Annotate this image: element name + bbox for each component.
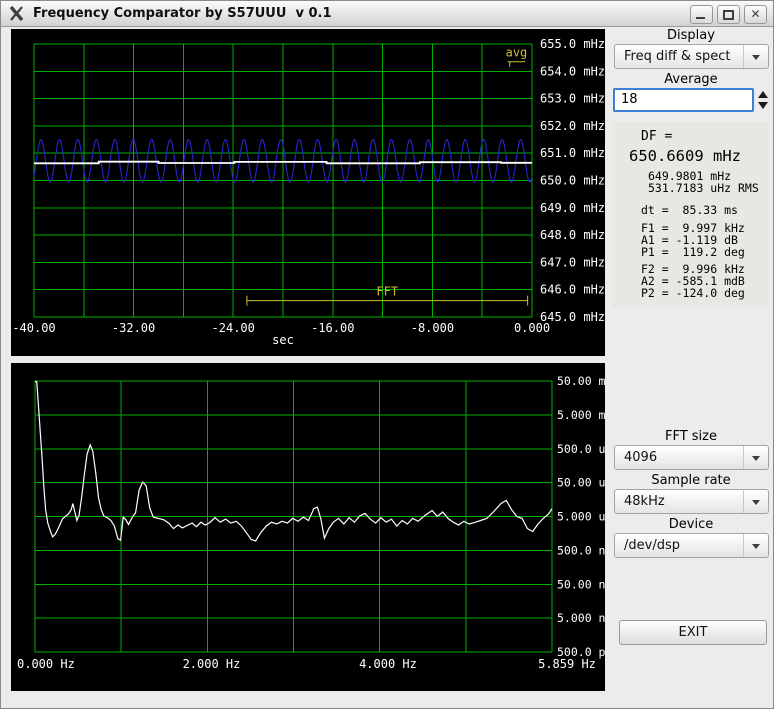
svg-text:652.0 mHz: 652.0 mHz (540, 119, 605, 133)
df-rms-value: 531.7183 uHz RMS (648, 181, 759, 195)
exit-button[interactable]: EXIT (619, 620, 767, 645)
svg-text:5.000 nHz: 5.000 nHz (557, 611, 605, 625)
sample-rate-select-value: 48kHz (624, 494, 665, 509)
sample-rate-select[interactable]: 48kHz (614, 489, 769, 514)
svg-text:5.000 uHz: 5.000 uHz (557, 510, 605, 524)
svg-text:651.0 mHz: 651.0 mHz (540, 146, 605, 160)
display-select[interactable]: Freq diff & spect (614, 44, 769, 69)
p1-value: P1 = 119.2 deg (641, 245, 745, 259)
device-select-arrow-box (743, 534, 768, 557)
svg-text:-32.00: -32.00 (112, 321, 155, 335)
maximize-icon (723, 10, 734, 20)
chevron-down-icon (752, 55, 760, 60)
svg-text:654.0 mHz: 654.0 mHz (540, 64, 605, 78)
svg-text:650.0 mHz: 650.0 mHz (540, 174, 605, 188)
svg-text:500.0 nHz: 500.0 nHz (557, 543, 605, 557)
svg-text:500.0 pHz: 500.0 pHz (557, 645, 605, 659)
window-title: Frequency Comparator by S57UUU v 0.1 (33, 6, 332, 21)
spectrum-plot: 0.000 Hz 2.000 Hz 4.000 Hz 5.859 Hz 50.00 mH… (11, 363, 605, 691)
fft-size-select-value: 4096 (624, 450, 658, 465)
svg-text:-24.00: -24.00 (212, 321, 255, 335)
device-label: Device (668, 517, 714, 532)
dt-value: dt = 85.33 ms (641, 203, 738, 217)
display-select-value: Freq diff & spect (624, 49, 731, 64)
fft-size-select-arrow-box (743, 446, 768, 469)
average-spin-down-button[interactable] (758, 102, 768, 109)
maximize-button[interactable] (717, 5, 740, 24)
svg-text:50.00 mHz: 50.00 mHz (557, 374, 605, 388)
svg-text:0.000 Hz: 0.000 Hz (17, 657, 75, 671)
svg-text:50.00 uHz: 50.00 uHz (557, 476, 605, 490)
app-window: Frequency Comparator by S57UUU v 0.1 ✕ -… (0, 0, 774, 709)
svg-text:648.0 mHz: 648.0 mHz (540, 228, 605, 242)
svg-text:-40.00: -40.00 (12, 321, 55, 335)
measurement-readout: DF = 650.6609 mHz 649.9801 mHz 531.7183 … (612, 122, 769, 307)
device-select-value: /dev/dsp (624, 538, 680, 553)
df-label: DF = (641, 129, 673, 144)
chevron-down-icon (752, 500, 760, 505)
svg-text:647.0 mHz: 647.0 mHz (540, 255, 605, 269)
p2-value: P2 = -124.0 deg (641, 286, 745, 300)
svg-text:5.859 Hz: 5.859 Hz (538, 657, 596, 671)
fft-size-select[interactable]: 4096 (614, 445, 769, 470)
svg-text:645.0 mHz: 645.0 mHz (540, 310, 605, 324)
sample-rate-select-arrow-box (743, 490, 768, 513)
svg-text:655.0 mHz: 655.0 mHz (540, 37, 605, 51)
window-buttons: ✕ (690, 5, 767, 24)
svg-text:-16.00: -16.00 (311, 321, 354, 335)
close-button[interactable]: ✕ (744, 5, 767, 24)
svg-text:649.0 mHz: 649.0 mHz (540, 201, 605, 215)
display-label: Display (667, 28, 715, 43)
svg-text:653.0 mHz: 653.0 mHz (540, 92, 605, 106)
chevron-down-icon (752, 544, 760, 549)
svg-text:-8.000: -8.000 (411, 321, 454, 335)
display-select-arrow-box (743, 45, 768, 68)
fft-size-label: FFT size (664, 429, 717, 444)
svg-text:sec: sec (272, 333, 294, 347)
svg-text:646.0 mHz: 646.0 mHz (540, 283, 605, 297)
sample-rate-label: Sample rate (651, 473, 731, 488)
svg-text:2.000 Hz: 2.000 Hz (183, 657, 241, 671)
average-label: Average (664, 72, 718, 87)
average-value: 18 (621, 92, 638, 107)
close-icon: ✕ (750, 7, 761, 21)
svg-text:4.000 Hz: 4.000 Hz (359, 657, 417, 671)
svg-text:avg: avg (506, 46, 528, 60)
svg-text:5.000 mHz: 5.000 mHz (557, 408, 605, 422)
chevron-down-icon (752, 456, 760, 461)
x11-logo-icon[interactable] (8, 5, 26, 22)
df-value: 650.6609 mHz (629, 147, 741, 165)
svg-text:500.0 uHz: 500.0 uHz (557, 442, 605, 456)
title-bar: Frequency Comparator by S57UUU v 0.1 ✕ (1, 1, 773, 27)
freq-diff-plot-canvas: -40.00 -32.00 -24.00 -16.00 -8.000 0.000sec65… (12, 37, 605, 347)
freq-diff-plot: -40.00 -32.00 -24.00 -16.00 -8.000 0.000 sec 65… (11, 29, 605, 356)
spectrum-plot-canvas: 0.000 Hz 2.000 Hz 4.000 Hz 5.859 Hz 50.00 mH… (17, 374, 605, 671)
average-spinbox[interactable]: 18 (613, 88, 754, 112)
svg-text:FFT: FFT (376, 285, 398, 299)
svg-text:50.00 nHz: 50.00 nHz (557, 577, 605, 591)
minimize-button[interactable] (690, 5, 713, 24)
minimize-icon (696, 17, 705, 19)
device-select[interactable]: /dev/dsp (614, 533, 769, 558)
average-spin-up-button[interactable] (758, 91, 768, 98)
